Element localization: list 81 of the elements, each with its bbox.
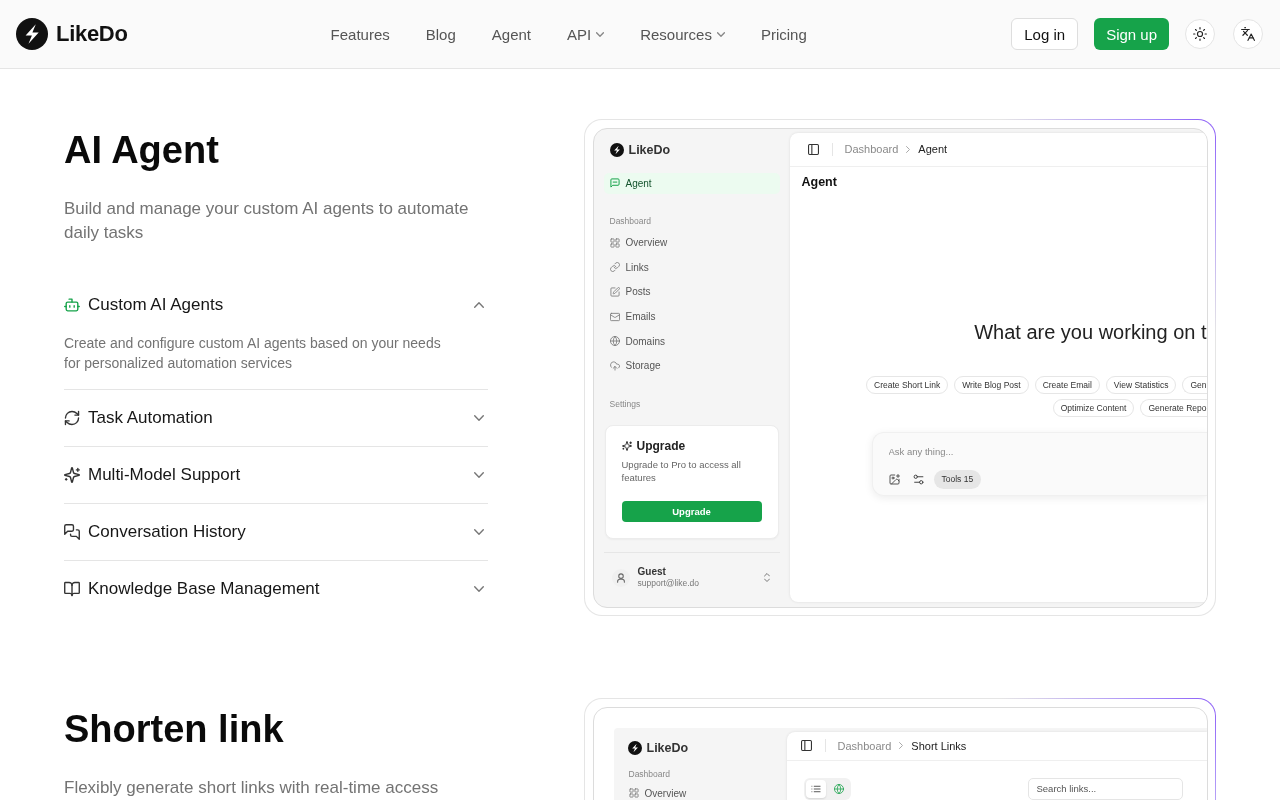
accordion-description: Create and configure custom AI agents based on your needs for personalized automation services — [64, 334, 442, 373]
sidebar-item[interactable]: Emails — [603, 304, 780, 329]
breadcrumb-current: Short Links — [911, 739, 967, 752]
section-subtitle: Build and manage your custom AI agents to automate daily tasks — [64, 198, 470, 244]
breadcrumb-current: Agent — [918, 143, 948, 155]
nav-link[interactable]: Blog — [425, 25, 456, 43]
breadcrumb-link[interactable]: Dashboard — [844, 143, 899, 155]
suggestion-chip[interactable]: Write Blog Post — [954, 375, 1029, 394]
sidebar-item[interactable]: Domains — [603, 328, 780, 354]
theme-toggle-button[interactable] — [1185, 19, 1215, 49]
suggestion-chip[interactable]: Create Short Link — [866, 375, 949, 394]
cloud-upload-icon — [609, 360, 620, 371]
sliders-icon[interactable] — [912, 473, 924, 485]
nav-link[interactable]: API — [567, 25, 605, 43]
sidebar-panel-icon[interactable] — [807, 143, 819, 155]
list-icon — [810, 783, 821, 794]
nav-link[interactable]: Pricing — [760, 25, 807, 43]
prompt-input[interactable]: Ask any thing... — [888, 444, 1089, 459]
refresh-icon — [64, 410, 80, 426]
tools-button[interactable]: Tools 15 — [933, 469, 982, 489]
section-title: Shorten link — [64, 707, 284, 752]
envelope-icon — [609, 311, 620, 322]
suggestion-chip[interactable]: Create Email — [1034, 375, 1100, 394]
nav-link[interactable]: Features — [330, 25, 390, 43]
upgrade-title: Upgrade — [636, 439, 686, 454]
view-toggle-button[interactable] — [805, 779, 826, 798]
logo-icon — [627, 740, 642, 755]
page-title: Agent — [801, 173, 837, 190]
suggestion-chip[interactable]: Gen — [1182, 375, 1207, 394]
user-email: support@like.do — [637, 578, 700, 590]
link-icon — [609, 262, 620, 273]
logo-icon[interactable] — [16, 18, 48, 50]
nav-link[interactable]: Resources — [640, 25, 725, 43]
grid-icon — [628, 788, 639, 798]
search-field[interactable]: Search links... — [1027, 777, 1183, 800]
sun-icon — [1193, 27, 1207, 41]
login-button[interactable]: Log in — [1011, 18, 1079, 50]
pencil-square-icon — [609, 287, 620, 297]
nav-link[interactable]: Agent — [491, 25, 531, 43]
robot-icon — [64, 297, 80, 313]
user-name: Guest — [637, 566, 666, 579]
accordion-header[interactable]: Multi-Model Support — [64, 447, 488, 503]
chevron-right-icon — [906, 145, 911, 153]
brand-name[interactable]: LikeDo — [56, 21, 128, 47]
suggestion-chip[interactable]: View Statistics — [1105, 375, 1177, 394]
section-subtitle: Flexibly generate short links with real-time access — [64, 777, 439, 799]
sidebar-item[interactable]: Overview — [603, 230, 780, 256]
chat-bubbles-icon — [64, 524, 80, 540]
logo-icon — [609, 142, 624, 157]
accordion-header[interactable]: Conversation History — [64, 504, 488, 560]
breadcrumb-link[interactable]: Dashboard — [837, 739, 892, 752]
brand-name: LikeDo — [646, 740, 689, 755]
chat-bubble-icon — [609, 178, 620, 188]
sparkles-icon — [621, 441, 632, 452]
suggestion-chip[interactable]: Optimize Content — [1052, 398, 1135, 417]
language-button[interactable] — [1233, 19, 1263, 49]
sidebar-panel-icon[interactable] — [800, 740, 812, 751]
globe-icon — [833, 783, 844, 794]
accordion-header[interactable]: Knowledge Base Management — [64, 561, 488, 617]
sidebar-section-label: Dashboard — [627, 768, 672, 780]
sidebar-item[interactable]: Overview — [627, 786, 787, 800]
image-add-icon[interactable] — [888, 473, 900, 485]
sidebar-item[interactable]: Storage — [603, 353, 780, 379]
upgrade-text: Upgrade to Pro to access all features — [621, 458, 742, 485]
sidebar-item[interactable]: Posts — [603, 279, 780, 305]
grid-icon — [609, 237, 620, 248]
section-title: AI Agent — [64, 128, 219, 173]
open-book-icon — [64, 581, 80, 597]
sidebar-item[interactable]: Links — [603, 255, 780, 280]
sidebar-section-label: Settings — [608, 398, 642, 411]
chevron-right-icon — [899, 742, 904, 749]
sidebar-item[interactable]: Agent — [603, 172, 780, 194]
brand-name: LikeDo — [628, 142, 671, 157]
sidebar-section-label: Dashboard — [608, 214, 653, 227]
accordion-header[interactable]: Custom AI Agents — [64, 277, 488, 333]
accordion-header[interactable]: Task Automation — [64, 390, 488, 446]
suggestion-chip[interactable]: Generate Repo — [1140, 398, 1207, 417]
translate-icon — [1241, 27, 1255, 41]
welcome-heading: What are you working on t — [974, 319, 1207, 344]
globe-icon — [609, 336, 620, 347]
sparkles-icon — [64, 467, 80, 483]
